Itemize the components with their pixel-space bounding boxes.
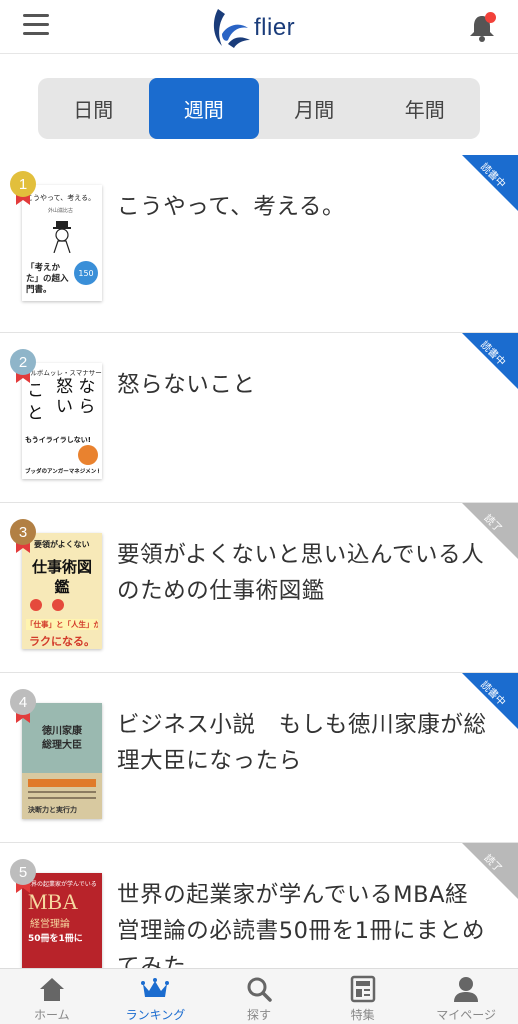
status-corner-badge: 読了 [462, 843, 518, 899]
book-cover: 徳川家康 総理大臣 決断力と実行力 [22, 703, 102, 819]
cover-main-text: 徳川家康 総理大臣 [42, 726, 82, 751]
cover-bottom-text: ブッダのアンガーマネジメント [25, 469, 99, 475]
rank-badge: 1 [10, 171, 36, 197]
flier-logo-mark-icon [213, 9, 250, 48]
ranking-list: 1 こうやって、考える。 外山滋比古 「考えかた」の超入門書。 150 こうやっ… [0, 155, 518, 989]
ranking-item-4[interactable]: 4 徳川家康 総理大臣 決断力と実行力 ビジネス小説 もしも徳川家康が総理大臣に… [0, 673, 518, 843]
nav-search[interactable]: 探す [207, 969, 311, 1024]
cover-decoration [52, 599, 64, 611]
cover-illustration [53, 221, 71, 253]
nav-label-mypage: マイページ [436, 1008, 497, 1022]
cover-main-left: こ と [23, 381, 43, 421]
tab-weekly[interactable]: 週間 [148, 78, 259, 139]
book-cover: 要領がよくない 仕事術図鑑 「仕事」と「人生」が ラクになる。 [22, 533, 102, 649]
book-title[interactable]: ビジネス小説 もしも徳川家康が総理大臣になったら [117, 707, 487, 779]
cover-bottom-text: ラクになる。 [29, 635, 95, 648]
ranking-item-3[interactable]: 3 要領がよくない 仕事術図鑑 「仕事」と「人生」が ラクになる。 要領がよくな… [0, 503, 518, 673]
cover-author: 外山滋比古 [48, 208, 74, 214]
notification-bell-icon[interactable] [468, 12, 496, 42]
rank-badge: 2 [10, 349, 36, 375]
tab-daily[interactable]: 日間 [38, 78, 149, 139]
nav-feature[interactable]: 特集 [311, 969, 415, 1024]
book-title[interactable]: 要領がよくないと思い込んでいる人のための仕事術図鑑 [117, 537, 487, 609]
feature-icon [350, 975, 375, 1003]
status-corner-badge: 読書中 [462, 673, 518, 729]
cover-bottom-text: 50冊を1冊に [28, 934, 83, 944]
cover-sub-text: 「仕事」と「人生」が [26, 619, 98, 630]
home-icon [39, 978, 64, 1001]
cover-badge: 150 [74, 261, 98, 285]
book-cover: アルボムッレ・スマナサーラ こ と 怒 な い ら もうイライラしない! ブッダ… [22, 363, 102, 479]
cover-text: 要領がよくない [34, 540, 90, 549]
cover-decoration [28, 779, 96, 787]
cover-decoration [30, 599, 42, 611]
cover-decoration [28, 791, 96, 793]
nav-label-ranking: ランキング [125, 1008, 186, 1022]
notification-dot [485, 12, 496, 23]
ranking-item-2[interactable]: 2 アルボムッレ・スマナサーラ こ と 怒 な い ら もうイライラしない! ブ… [0, 333, 518, 503]
cover-badge [78, 445, 98, 465]
cover-main-text: MBA [28, 889, 79, 914]
hamburger-menu-icon[interactable] [23, 14, 49, 38]
cover-decoration [28, 797, 96, 799]
cover-main-right: 怒 な い ら [56, 377, 96, 417]
flier-logo[interactable]: flier [208, 6, 312, 48]
nav-label-feature: 特集 [350, 1008, 375, 1022]
status-corner-badge: 読書中 [462, 333, 518, 389]
nav-label-home: ホーム [33, 1008, 70, 1022]
cover-main-text: 「考えかた」の超入門書。 [26, 263, 69, 295]
book-cover: こうやって、考える。 外山滋比古 「考えかた」の超入門書。 150 [22, 185, 102, 301]
book-title[interactable]: 怒らないこと [117, 367, 487, 403]
search-icon [247, 977, 272, 1002]
tab-yearly[interactable]: 年間 [370, 78, 481, 139]
bottom-navigation: ホーム ランキング 探す 特集 マイページ [0, 968, 518, 1024]
nav-label-search: 探す [246, 1008, 271, 1022]
cover-text: 世界の起業家が学んでいる [25, 881, 97, 888]
status-corner-badge: 読了 [462, 503, 518, 559]
ranking-item-1[interactable]: 1 こうやって、考える。 外山滋比古 「考えかた」の超入門書。 150 こうやっ… [0, 155, 518, 333]
ranking-item-5[interactable]: 5 世界の起業家が学んでいる MBA 経営理論 50冊を1冊に 世界の起業家が学… [0, 843, 518, 989]
rank-badge: 4 [10, 689, 36, 715]
rank-badge: 3 [10, 519, 36, 545]
cover-text: アルボムッレ・スマナサーラ [24, 369, 102, 377]
cover-main-text: 仕事術図鑑 [31, 558, 92, 596]
user-icon [454, 977, 479, 1002]
cover-sub-text: もうイライラしない! [25, 436, 91, 444]
crown-icon [141, 978, 170, 997]
cover-sub-text: 経営理論 [30, 919, 70, 930]
cover-text: こうやって、考える。 [26, 194, 96, 202]
tab-monthly[interactable]: 月間 [259, 78, 370, 139]
rank-badge: 5 [10, 859, 36, 885]
nav-home[interactable]: ホーム [0, 969, 104, 1024]
logo-text: flier [254, 14, 296, 41]
nav-mypage[interactable]: マイページ [414, 969, 518, 1024]
app-header: flier [0, 0, 518, 54]
status-corner-badge: 読書中 [462, 155, 518, 211]
period-tabs: 日間 週間 月間 年間 [38, 78, 480, 139]
book-title[interactable]: こうやって、考える。 [117, 189, 487, 225]
cover-bottom-text: 決断力と実行力 [28, 806, 77, 814]
nav-ranking[interactable]: ランキング [104, 969, 208, 1024]
